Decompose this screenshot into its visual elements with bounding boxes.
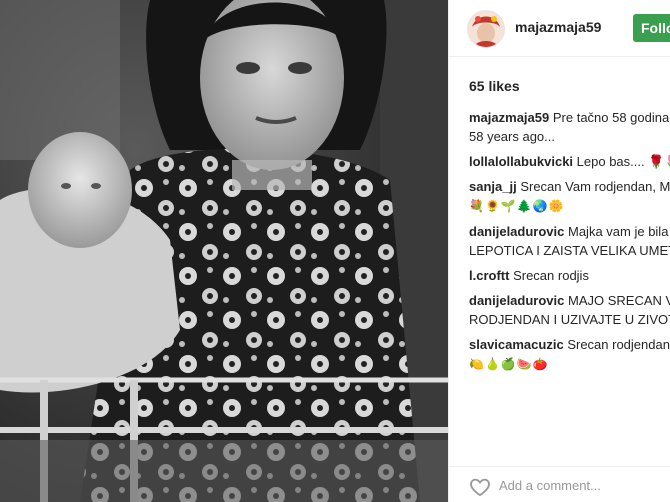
comment-text-line2: 58 years ago... — [469, 129, 555, 144]
post-header: majazmaja59 Follo — [449, 0, 670, 57]
comment-text: MAJO SRECAN VA — [568, 293, 670, 308]
comment-text: Pre tačno 58 godina. — [552, 110, 670, 125]
post-sidebar: majazmaja59 Follo 65 likes majazmaja59 P… — [448, 0, 670, 502]
comment-text: Srecan rodjis — [513, 268, 589, 283]
post-author-username[interactable]: majazmaja59 — [515, 19, 601, 35]
post-photo — [0, 0, 448, 502]
comment-list: majazmaja59 Pre tačno 58 godina. 58 year… — [469, 108, 670, 380]
comment-username[interactable]: danijeladurovic — [469, 293, 564, 308]
comment-username[interactable]: slavicamacuzic — [469, 337, 564, 352]
comment-text: Srecan Vam rodjendan, Ma — [520, 179, 670, 194]
photo-image — [0, 0, 448, 502]
comment: danijeladurovic MAJO SRECAN VA RODJENDAN… — [469, 291, 670, 329]
comment-emoji-line: 💐🌻🌱🌲🌏🌼 — [469, 199, 565, 213]
heart-icon[interactable] — [469, 477, 491, 497]
comment-username[interactable]: l.croftt — [469, 268, 509, 283]
comment: l.croftt Srecan rodjis — [469, 266, 670, 285]
add-comment-input[interactable]: Add a comment... — [499, 478, 601, 493]
comment-bar: Add a comment... — [449, 466, 670, 502]
comment-username[interactable]: lollalollabukvicki — [469, 154, 573, 169]
comment: sanja_jj Srecan Vam rodjendan, Ma 💐🌻🌱🌲🌏🌼 — [469, 177, 670, 216]
comment-text: Srecan rodjendan 🌷 — [567, 337, 670, 352]
comment: lollalollabukvicki Lepo bas.... 🌹🌷🌹 — [469, 152, 670, 171]
avatar-image — [468, 11, 504, 47]
comment-text-line2: LEPOTICA I ZAISTA VELIKA UMETN — [469, 243, 670, 258]
comment-text: Majka vam je bila P — [568, 224, 670, 239]
comment-emoji-line: 🍋🍐🍏🍉🍅 — [469, 357, 549, 371]
comment-username[interactable]: sanja_jj — [469, 179, 517, 194]
comment: slavicamacuzic Srecan rodjendan 🌷 🍋🍐🍏🍉🍅 — [469, 335, 670, 374]
comment-username[interactable]: majazmaja59 — [469, 110, 549, 125]
comment-text-line2: RODJENDAN I UZIVAJTE U ZIVOTU — [469, 312, 670, 327]
comment-text: Lepo bas.... 🌹🌷🌹 — [576, 154, 670, 169]
likes-count[interactable]: 65 likes — [469, 78, 520, 94]
heart-icon-svg — [470, 478, 490, 497]
comment: danijeladurovic Majka vam je bila P LEPO… — [469, 222, 670, 260]
follow-button[interactable]: Follo — [633, 14, 670, 42]
avatar[interactable] — [467, 10, 505, 48]
comment-username[interactable]: danijeladurovic — [469, 224, 564, 239]
comment: majazmaja59 Pre tačno 58 godina. 58 year… — [469, 108, 670, 146]
